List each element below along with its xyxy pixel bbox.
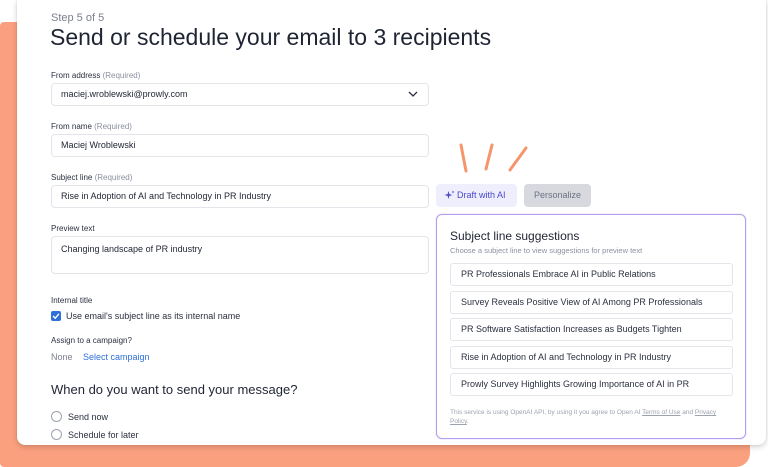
draft-with-ai-button[interactable]: Draft with AI [436,184,517,207]
chevron-down-icon [408,91,418,97]
suggestion-item[interactable]: Prowly Survey Highlights Growing Importa… [450,373,733,396]
openai-disclaimer: This service is using OpenAI API, by usi… [450,409,717,425]
subject-line-input[interactable]: Rise in Adoption of AI and Technology in… [51,185,429,208]
draft-with-ai-label: Draft with AI [457,190,506,200]
suggestion-item[interactable]: Rise in Adoption of AI and Technology in… [450,346,733,369]
suggestion-item[interactable]: PR Professionals Embrace AI in Public Re… [450,263,733,286]
page-title: Send or schedule your email to 3 recipie… [50,24,492,50]
internal-title-checkbox[interactable] [51,311,61,321]
personalize-button[interactable]: Personalize [524,184,591,207]
send-now-label[interactable]: Send now [68,412,108,422]
from-name-input[interactable]: Maciej Wroblewski [51,134,429,157]
from-address-select[interactable]: maciej.wroblewski@prowly.com [51,83,429,106]
preview-text-label: Preview text [51,224,95,233]
schedule-later-label[interactable]: Schedule for later [68,430,139,440]
select-campaign-link[interactable]: Select campaign [83,352,150,362]
suggestions-subtitle: Choose a subject line to view suggestion… [450,246,643,255]
email-send-card: Step 5 of 5 Send or schedule your email … [17,0,766,445]
ai-sparkle-icon [444,190,455,199]
suggestion-item[interactable]: PR Software Satisfaction Increases as Bu… [450,318,733,341]
internal-title-checkbox-label: Use email's subject line as its internal… [66,311,241,321]
send-timing-heading: When do you want to send your message? [51,382,298,397]
campaign-label: Assign to a campaign? [51,336,132,345]
from-name-label: From name (Required) [51,122,132,131]
subject-line-label: Subject line (Required) [51,173,133,182]
terms-of-use-link[interactable]: Terms of Use [642,409,680,416]
suggestion-item[interactable]: Survey Reveals Positive View of AI Among… [450,291,733,314]
schedule-later-radio[interactable] [51,429,62,440]
sparkle-lines-icon [459,143,528,173]
campaign-value: None [51,352,73,362]
from-address-label: From address (Required) [51,71,141,80]
checkmark-icon [52,313,60,320]
preview-text-textarea[interactable]: Changing landscape of PR industry [51,236,429,274]
step-indicator: Step 5 of 5 [51,12,105,24]
send-now-radio[interactable] [51,411,62,422]
internal-title-label: Internal title [51,296,93,305]
suggestions-title: Subject line suggestions [450,229,580,243]
from-address-value: maciej.wroblewski@prowly.com [61,89,188,99]
subject-suggestions-panel: Subject line suggestions Choose a subjec… [436,214,746,439]
